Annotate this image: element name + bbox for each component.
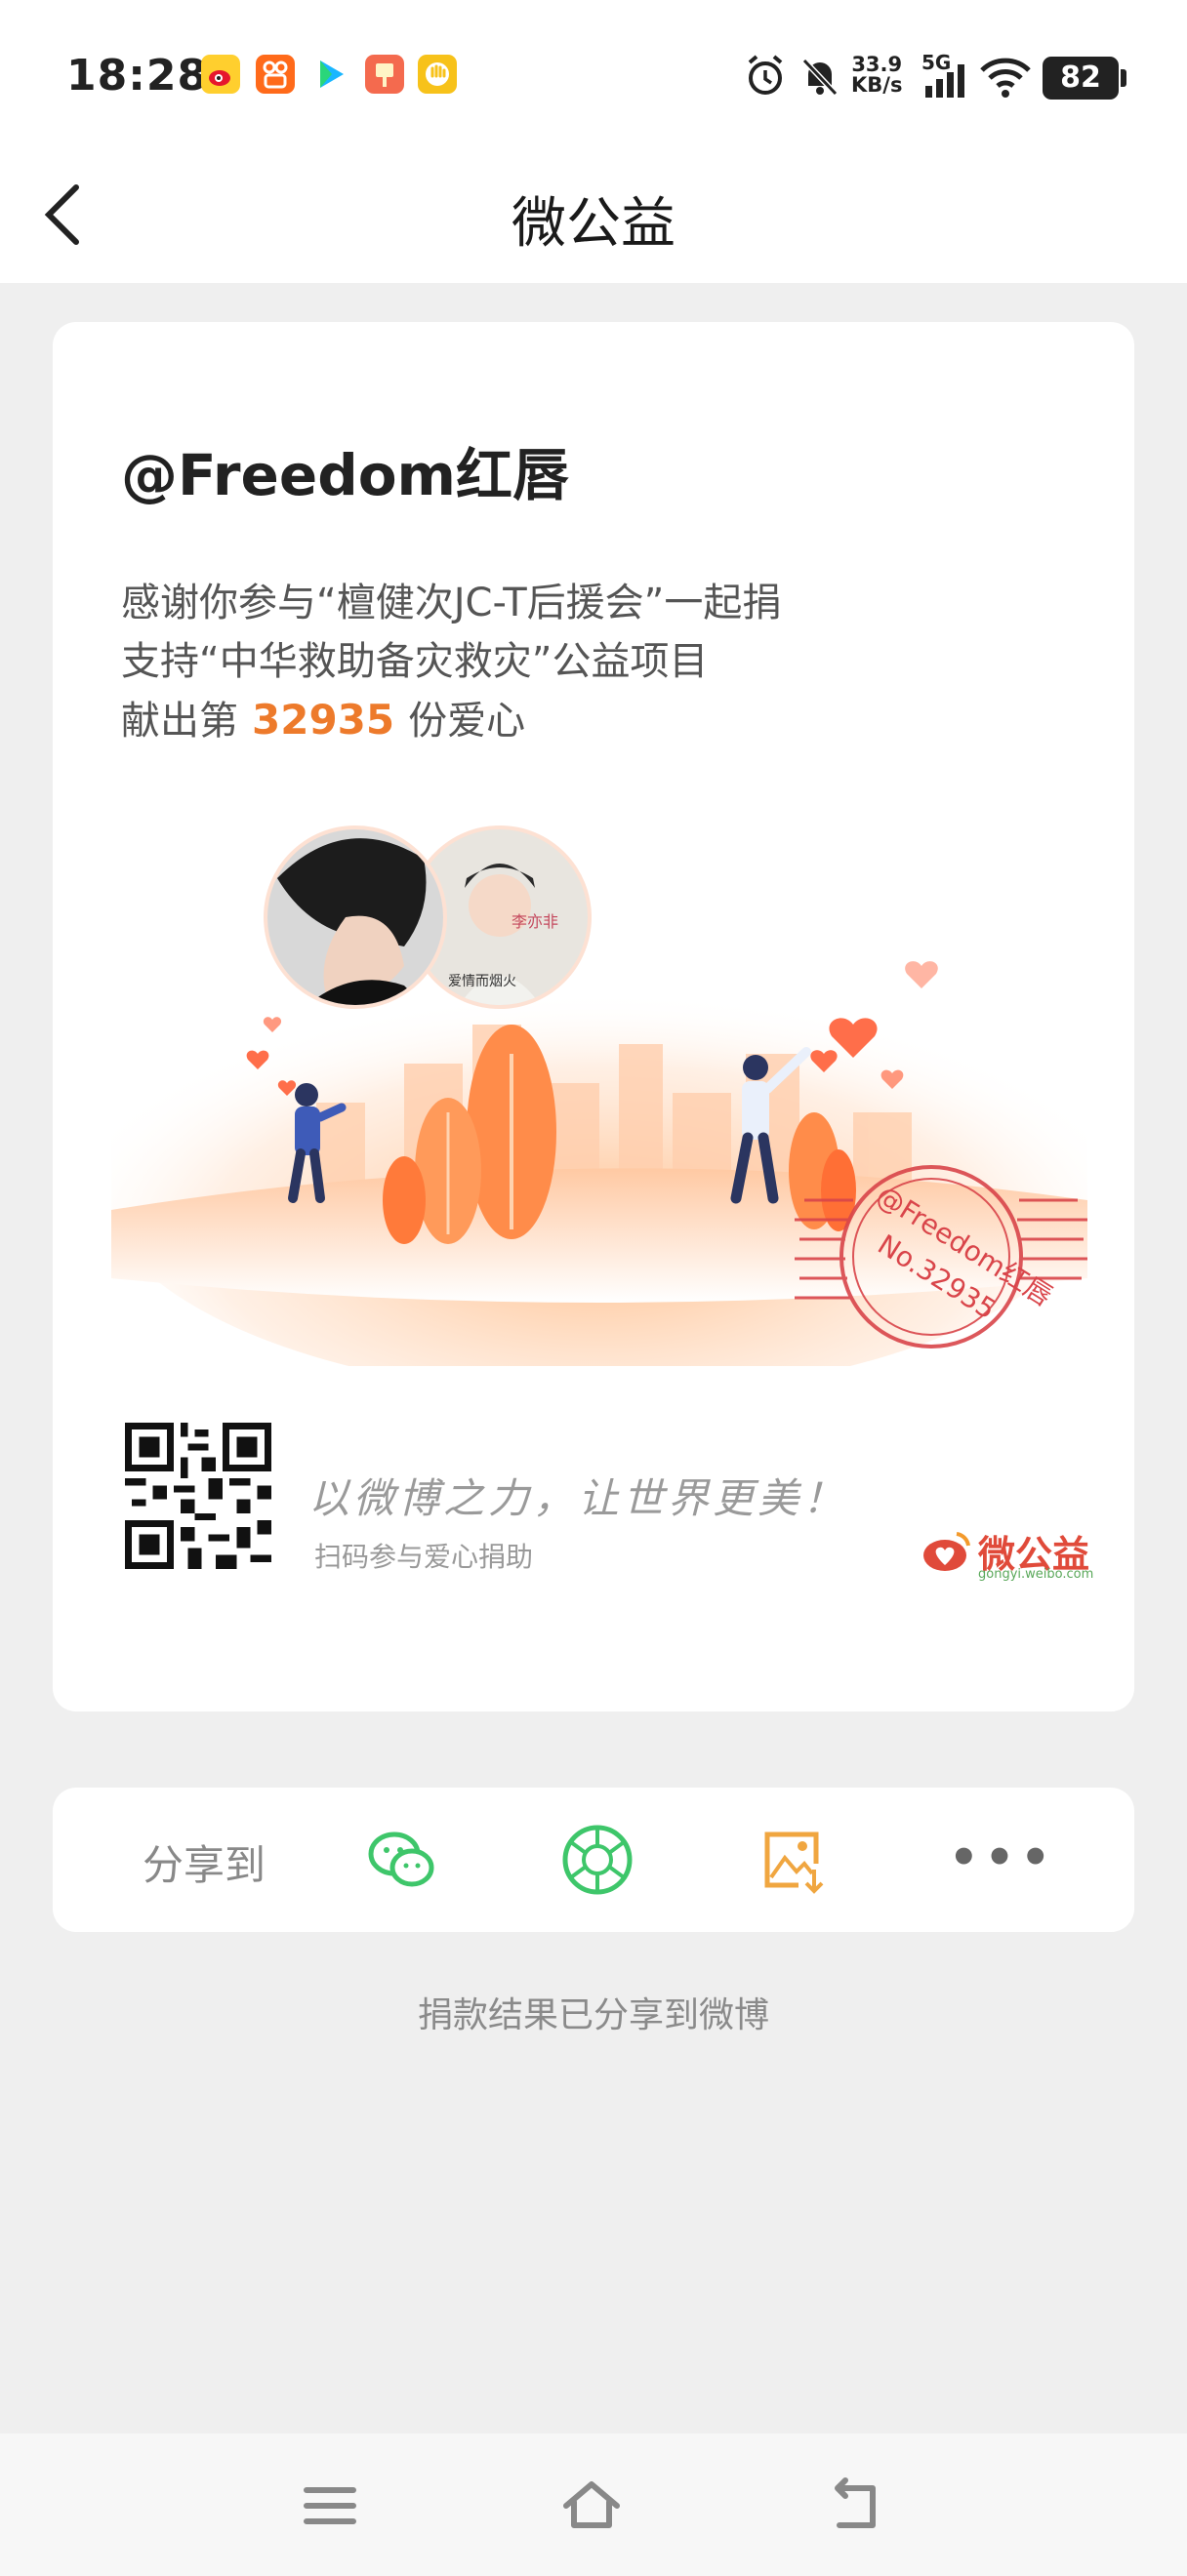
wifi-icon: [978, 49, 1033, 103]
slogan-text: 以微博之力，让世界更美！: [308, 1474, 848, 1522]
qr-code: [125, 1423, 271, 1569]
network-speed: 33.9 KB/s: [851, 53, 903, 97]
svg-text:李亦非: 李亦非: [512, 912, 558, 931]
weibo-icon: [201, 55, 240, 94]
share-status-note: 捐款结果已分享到微博: [417, 1995, 769, 2035]
donor-username: @Freedom红唇: [121, 442, 569, 508]
video-play-icon: [310, 55, 349, 94]
wechat-icon[interactable]: [363, 1821, 441, 1899]
orange-app-icon: [365, 55, 404, 94]
message-line-3: 献出第 32935 份爱心: [121, 696, 526, 744]
mute-bell-icon: [797, 49, 843, 103]
scan-hint: 扫码参与爱心捐助: [314, 1541, 534, 1573]
donation-stamp: @Freedom红唇 No.32935: [795, 1165, 1087, 1348]
menu-icon[interactable]: [299, 2475, 361, 2537]
battery-indicator: 82: [1043, 57, 1126, 100]
status-time: 18:28: [66, 51, 209, 101]
brand-url: gongyi.weibo.com: [978, 1567, 1094, 1582]
donation-count: 32935: [252, 696, 395, 744]
nav-bar: 微公益: [0, 146, 1187, 283]
weibo-gongyi-logo: 微公益 gongyi.weibo.com: [920, 1524, 1134, 1583]
more-icon[interactable]: •••: [949, 1831, 1056, 1885]
svg-text:爱情而烟火: 爱情而烟火: [448, 974, 516, 989]
message-line-2: 支持“中华救助备灾救灾”公益项目: [121, 639, 709, 684]
back-nav-icon[interactable]: [824, 2475, 886, 2537]
gongyi-logo-icon: [923, 1532, 970, 1571]
moments-icon[interactable]: [558, 1821, 636, 1899]
save-image-icon[interactable]: [754, 1821, 832, 1899]
system-nav-bar: [0, 2434, 1187, 2576]
share-label: 分享到: [143, 1841, 266, 1889]
signal-icon: [921, 49, 968, 103]
yellow-hand-app-icon: [418, 55, 457, 94]
status-bar: 18:28 33.9 KB/s 5G 82: [0, 0, 1187, 146]
home-icon[interactable]: [560, 2475, 623, 2537]
donation-certificate-card: @Freedom红唇 感谢你参与“檀健次JC-T后援会”一起捐 支持“中华救助备…: [53, 322, 1134, 1711]
page-title: 微公益: [512, 192, 675, 256]
share-bar: 分享到 •••: [53, 1788, 1134, 1932]
donation-message: 感谢你参与“檀健次JC-T后援会”一起捐 支持“中华救助备灾救灾”公益项目 献出…: [121, 574, 1058, 750]
kuaishou-icon: [256, 55, 295, 94]
message-line-1: 感谢你参与“檀健次JC-T后援会”一起捐: [121, 581, 782, 625]
alarm-icon: [742, 49, 789, 103]
